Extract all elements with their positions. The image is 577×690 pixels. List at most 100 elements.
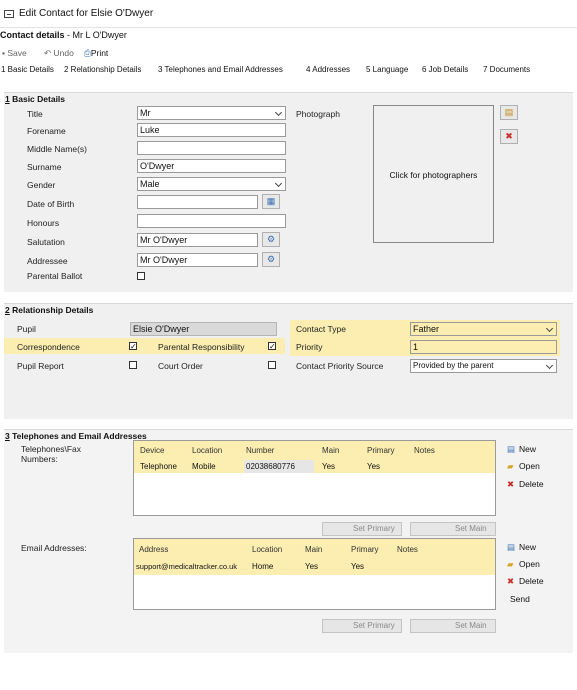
pupil-label: Pupil: [17, 324, 36, 334]
tab-strip: 1 Basic Details 2 Relationship Details 3…: [0, 63, 577, 77]
surname-field[interactable]: O'Dwyer: [137, 159, 286, 173]
phone-number-cell: 02038680776: [244, 460, 314, 473]
tab-basic-details[interactable]: 1 Basic Details: [1, 65, 54, 74]
delete-icon: ✖: [507, 576, 515, 586]
save-label: Save: [7, 48, 27, 58]
phone-open-label: Open: [519, 461, 540, 471]
email-primary-cell: Yes: [351, 562, 365, 571]
email-open-label: Open: [519, 559, 540, 569]
honours-field[interactable]: [137, 214, 286, 228]
toolbar: ▪ Save ↶ Undo ⎙Print: [0, 46, 577, 62]
phone-new-label: New: [519, 444, 537, 454]
photo-delete-icon[interactable]: ✖: [500, 129, 518, 144]
correspondence-checkbox[interactable]: ✓: [129, 342, 137, 351]
middle-name-field[interactable]: [137, 141, 286, 155]
email-location-cell: Home: [252, 562, 274, 571]
email-col-primary: Primary: [351, 545, 379, 554]
court-order-checkbox[interactable]: [268, 361, 276, 369]
parental-responsibility-label: Parental Responsibility: [158, 342, 245, 352]
phone-col-location: Location: [192, 446, 223, 455]
forename-label: Forename: [27, 126, 66, 136]
contact-heading: Contact details - Mr L O'Dwyer: [0, 30, 127, 40]
email-main-cell: Yes: [305, 562, 319, 571]
phone-location-cell: Mobile: [192, 462, 216, 471]
undo-button[interactable]: ↶ Undo: [44, 48, 74, 59]
relationship-panel: 2 Relationship Details Pupil Elsie O'Dwy…: [4, 303, 573, 419]
phone-main-cell: Yes: [322, 462, 336, 471]
salutation-field[interactable]: Mr O'Dwyer: [137, 233, 258, 247]
table-row[interactable]: Telephone Mobile 02038680776 Yes Yes: [134, 459, 495, 473]
surname-label: Surname: [27, 162, 62, 172]
calendar-icon[interactable]: ▦: [262, 194, 280, 209]
email-new-label: New: [519, 542, 537, 552]
email-new-button[interactable]: ▤ New: [507, 542, 536, 553]
email-set-primary-button[interactable]: Set Primary: [322, 619, 402, 633]
telephones-heading: 3 Telephones and Email Addresses: [5, 431, 147, 441]
tab-relationship-details[interactable]: 2 Relationship Details: [64, 65, 141, 74]
save-button[interactable]: ▪ Save: [2, 48, 27, 58]
parental-responsibility-checkbox[interactable]: ✓: [268, 342, 276, 351]
email-delete-button[interactable]: ✖ Delete: [507, 576, 544, 587]
priority-field[interactable]: 1: [410, 340, 557, 354]
telephones-grid: Device Location Number Main Primary Note…: [133, 440, 496, 516]
window-titlebar: Edit Contact for Elsie O'Dwyer: [0, 0, 577, 28]
photo-open-icon[interactable]: ▤: [500, 105, 518, 120]
email-col-notes: Notes: [397, 545, 418, 554]
table-row[interactable]: support@medicaltracker.co.uk Home Yes Ye…: [134, 559, 495, 573]
basic-details-heading: 1 Basic Details: [5, 94, 66, 104]
folder-icon: ▰: [507, 461, 514, 471]
priority-label: Priority: [296, 342, 323, 352]
tab-documents[interactable]: 7 Documents: [483, 65, 530, 74]
photograph-label: Photograph: [296, 109, 340, 119]
email-set-main-button[interactable]: Set Main: [410, 619, 496, 633]
new-icon: ▤: [507, 444, 516, 454]
save-icon: ▪: [2, 48, 6, 58]
contact-heading-label: Contact details: [0, 30, 65, 40]
email-delete-label: Delete: [519, 576, 544, 586]
dob-label: Date of Birth: [27, 199, 75, 209]
photo-box[interactable]: Click for photographers: [373, 105, 494, 243]
undo-label: Undo: [53, 48, 74, 58]
pupil-field: Elsie O'Dwyer: [130, 322, 277, 336]
phone-col-main: Main: [322, 446, 340, 455]
gender-select[interactable]: Male: [137, 177, 286, 191]
addressee-field[interactable]: Mr O'Dwyer: [137, 253, 258, 267]
tab-telephones-email[interactable]: 3 Telephones and Email Addresses: [158, 65, 283, 74]
tab-addresses[interactable]: 4 Addresses: [306, 65, 350, 74]
telephones-panel: 3 Telephones and Email Addresses Telepho…: [4, 429, 573, 653]
folder-icon: ▰: [507, 559, 514, 569]
phone-open-button[interactable]: ▰ Open: [507, 461, 540, 472]
phone-delete-button[interactable]: ✖ Delete: [507, 479, 544, 490]
addressee-lookup-icon[interactable]: ⚙: [262, 252, 280, 267]
phone-new-button[interactable]: ▤ New: [507, 444, 536, 455]
honours-label: Honours: [27, 218, 60, 228]
addressee-label: Addressee: [27, 256, 68, 266]
email-col-address: Address: [139, 545, 169, 554]
photo-box-text: Click for photographers: [389, 170, 478, 180]
phone-set-main-button[interactable]: Set Main: [410, 522, 496, 536]
phone-col-number: Number: [246, 446, 275, 455]
dob-field[interactable]: [137, 195, 258, 209]
tab-job-details[interactable]: 6 Job Details: [422, 65, 468, 74]
tab-language[interactable]: 5 Language: [366, 65, 408, 74]
parental-ballot-label: Parental Ballot: [27, 271, 83, 281]
salutation-lookup-icon[interactable]: ⚙: [262, 232, 280, 247]
window-title: Edit Contact for Elsie O'Dwyer: [19, 8, 154, 19]
contact-type-select[interactable]: Father: [410, 322, 557, 336]
priority-source-label: Contact Priority Source: [296, 361, 384, 371]
forename-field[interactable]: Luke: [137, 123, 286, 137]
email-address-cell: support@medicaltracker.co.uk: [136, 562, 237, 571]
phone-device-cell: Telephone: [140, 462, 177, 471]
email-open-button[interactable]: ▰ Open: [507, 559, 540, 570]
pupil-report-label: Pupil Report: [17, 361, 64, 371]
telephones-label: Telephones\Fax Numbers:: [21, 444, 82, 464]
print-button[interactable]: ⎙Print: [84, 48, 108, 59]
email-label: Email Addresses:: [21, 543, 87, 553]
parental-ballot-checkbox[interactable]: [137, 272, 145, 280]
title-select[interactable]: Mr: [137, 106, 286, 120]
email-send-button[interactable]: Send: [510, 594, 530, 604]
relationship-heading: 2 Relationship Details: [5, 305, 94, 315]
priority-source-select[interactable]: Provided by the parent: [410, 359, 557, 373]
pupil-report-checkbox[interactable]: [129, 361, 137, 369]
phone-set-primary-button[interactable]: Set Primary: [322, 522, 402, 536]
